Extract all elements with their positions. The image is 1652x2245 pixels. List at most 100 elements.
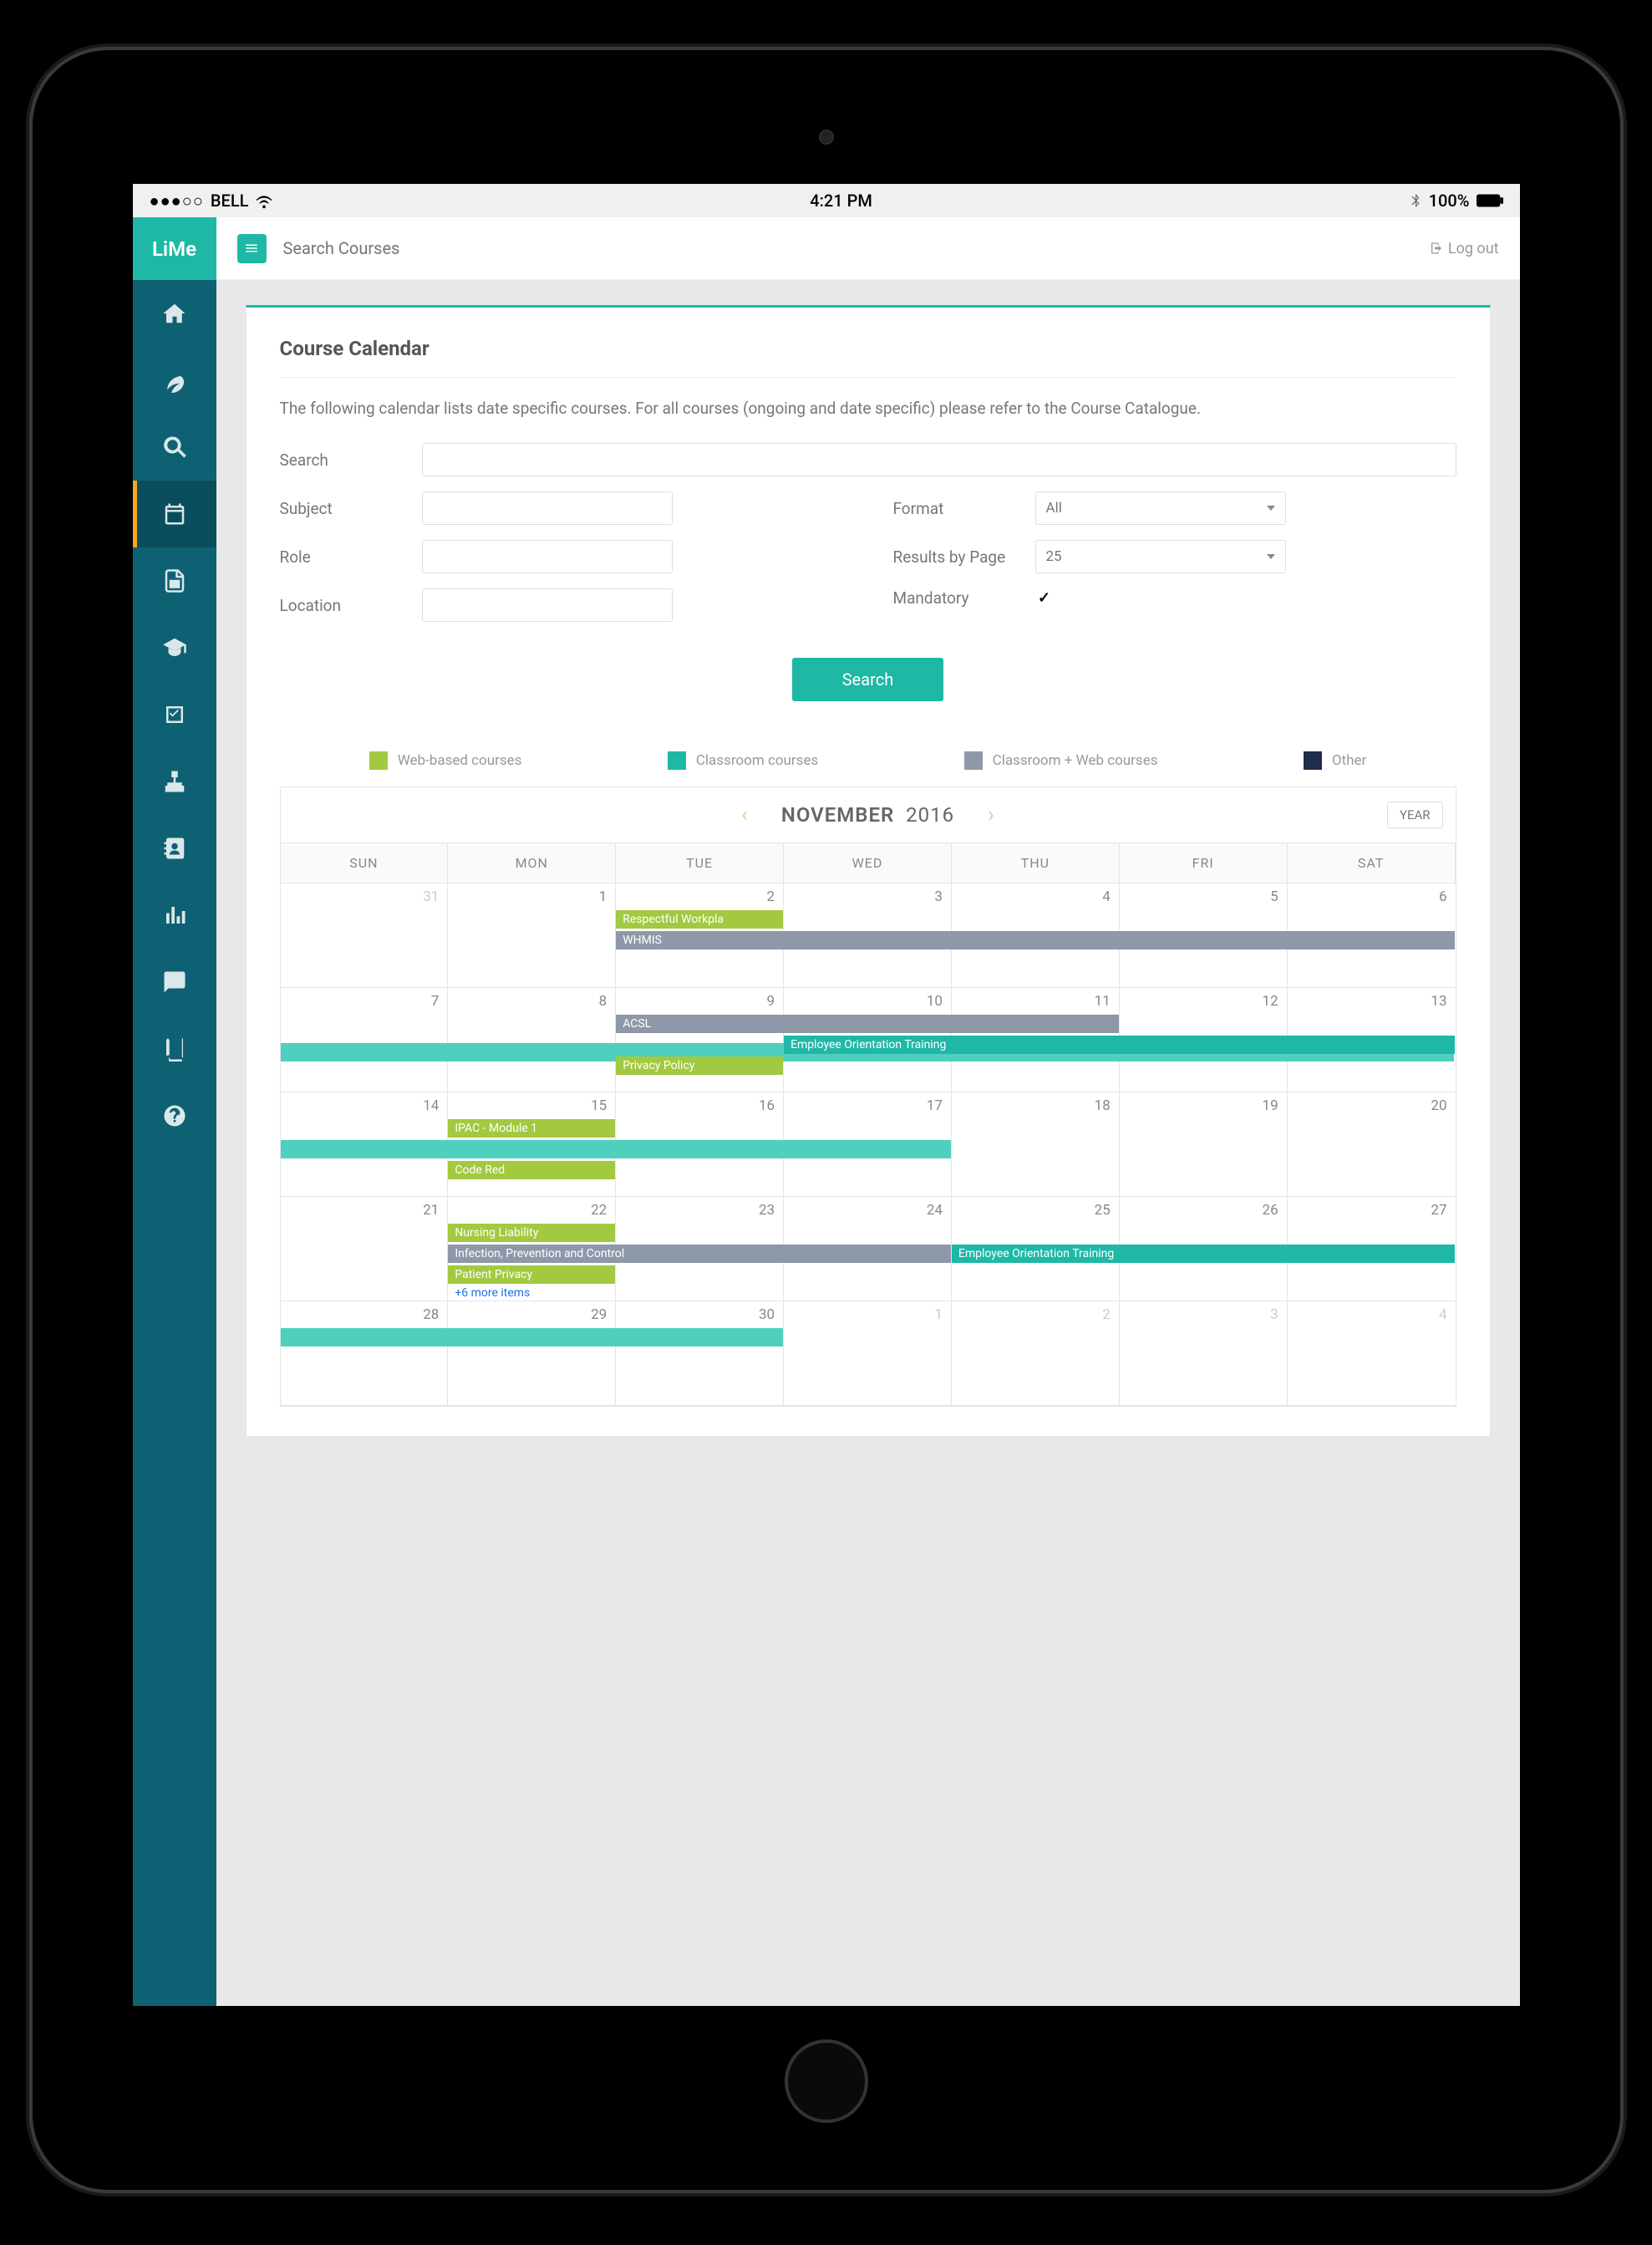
- legend-swatch: [668, 751, 686, 770]
- year-view-button[interactable]: YEAR: [1387, 802, 1443, 828]
- more-events-link[interactable]: +6 more items: [448, 1286, 530, 1300]
- calendar-cell[interactable]: 7: [281, 988, 449, 1092]
- date-number: 2: [767, 888, 775, 905]
- calendar-event[interactable]: Privacy Policy: [616, 1056, 783, 1075]
- calendar-cell[interactable]: 1: [784, 1301, 952, 1406]
- sidebar-search[interactable]: [133, 414, 216, 481]
- prev-month-button[interactable]: ‹: [708, 802, 781, 827]
- tablet-camera: [819, 130, 834, 145]
- battery-percent: 100%: [1429, 191, 1470, 211]
- search-input[interactable]: [422, 443, 1456, 476]
- calendar-cell[interactable]: 2Respectful WorkplaWHMIS: [616, 883, 784, 988]
- sidebar-calendar[interactable]: [133, 481, 216, 547]
- tablet-home-button[interactable]: [785, 2039, 868, 2123]
- calendar-cell[interactable]: 19: [1120, 1092, 1288, 1197]
- day-header: FRI: [1120, 843, 1288, 883]
- legend-item: Classroom courses: [668, 751, 818, 770]
- date-number: 16: [759, 1097, 775, 1114]
- role-label: Role: [280, 547, 405, 567]
- sidebar-checklist[interactable]: [133, 681, 216, 748]
- sidebar-document[interactable]: [133, 547, 216, 614]
- global-search-input[interactable]: [283, 238, 1413, 258]
- hamburger-icon: [244, 241, 259, 256]
- date-number: 3: [934, 888, 943, 905]
- calendar-cell[interactable]: 14: [281, 1092, 449, 1197]
- date-number: 22: [591, 1202, 607, 1219]
- document-icon: [162, 568, 187, 593]
- calendar-cell[interactable]: 4: [1288, 1301, 1456, 1406]
- calendar-event[interactable]: Nursing Liability: [448, 1224, 615, 1242]
- calendar-cell[interactable]: 10Employee Orientation Training: [784, 988, 952, 1092]
- location-label: Location: [280, 596, 405, 615]
- location-input[interactable]: [422, 588, 673, 622]
- help-icon: [162, 1103, 187, 1128]
- menu-toggle-button[interactable]: [237, 234, 267, 263]
- logout-button[interactable]: Log out: [1430, 240, 1499, 257]
- date-number: 27: [1431, 1202, 1446, 1219]
- calendar-cell[interactable]: 21: [281, 1197, 449, 1301]
- calendar-event[interactable]: Employee Orientation Training: [952, 1245, 1455, 1263]
- calendar-event[interactable]: [281, 1328, 784, 1346]
- calendar-cell[interactable]: 8: [448, 988, 616, 1092]
- mandatory-checkbox[interactable]: ✓: [1035, 589, 1054, 608]
- calendar-cell[interactable]: 20: [1288, 1092, 1456, 1197]
- results-select[interactable]: 25: [1035, 540, 1286, 573]
- date-number: 21: [423, 1202, 439, 1219]
- calendar-cell[interactable]: 9ACSLPrivacy Policy: [616, 988, 784, 1092]
- calendar-event[interactable]: IPAC - Module 1: [448, 1119, 615, 1138]
- search-button[interactable]: Search: [792, 658, 943, 701]
- calendar-event[interactable]: Respectful Workpla: [616, 910, 783, 929]
- sidebar-hierarchy[interactable]: [133, 748, 216, 815]
- date-number: 19: [1263, 1097, 1278, 1114]
- legend: Web-based coursesClassroom coursesClassr…: [280, 735, 1456, 787]
- calendar-cell[interactable]: 29: [448, 1301, 616, 1406]
- date-number: 12: [1263, 993, 1278, 1010]
- calendar-cell[interactable]: 3: [1120, 1301, 1288, 1406]
- calendar-event[interactable]: [281, 1140, 951, 1158]
- calendar-event[interactable]: Infection, Prevention and Control: [448, 1245, 951, 1263]
- sidebar-book[interactable]: [133, 1016, 216, 1082]
- date-number: 4: [1439, 1306, 1447, 1323]
- sidebar-home[interactable]: [133, 280, 216, 347]
- date-number: 1: [599, 888, 607, 905]
- date-number: 14: [423, 1097, 439, 1114]
- date-number: 4: [1102, 888, 1111, 905]
- calendar-event[interactable]: Employee Orientation Training: [784, 1036, 1454, 1054]
- logout-icon: [1430, 242, 1443, 255]
- sidebar-graduation[interactable]: [133, 614, 216, 681]
- role-input[interactable]: [422, 540, 673, 573]
- home-icon: [162, 301, 187, 326]
- calendar-event[interactable]: WHMIS: [616, 931, 1454, 949]
- sidebar-messages[interactable]: [133, 949, 216, 1016]
- sidebar-reports[interactable]: [133, 882, 216, 949]
- calendar-cell[interactable]: 25Employee Orientation Training: [952, 1197, 1120, 1301]
- calendar-event[interactable]: ACSL: [616, 1015, 1119, 1033]
- calendar-cell[interactable]: 30: [616, 1301, 784, 1406]
- calendar-cell[interactable]: 1: [448, 883, 616, 988]
- calendar-cell[interactable]: 18: [952, 1092, 1120, 1197]
- date-number: 1: [934, 1306, 943, 1323]
- day-header: TUE: [616, 843, 784, 883]
- next-month-button[interactable]: ›: [954, 802, 1028, 827]
- sidebar-contacts[interactable]: [133, 815, 216, 882]
- calendar-cell[interactable]: 22Nursing LiabilityInfection, Prevention…: [448, 1197, 616, 1301]
- sidebar-help[interactable]: [133, 1082, 216, 1149]
- calendar-cell[interactable]: 28: [281, 1301, 449, 1406]
- calendar-cell[interactable]: 2: [952, 1301, 1120, 1406]
- date-number: 7: [431, 993, 440, 1010]
- app-logo[interactable]: LiMe: [133, 217, 216, 280]
- calendar-cell[interactable]: 31: [281, 883, 449, 988]
- sidebar-leaf[interactable]: [133, 347, 216, 414]
- legend-item: Other: [1304, 751, 1366, 770]
- date-number: 8: [599, 993, 607, 1010]
- subject-input[interactable]: [422, 491, 673, 525]
- calendar-event[interactable]: Patient Privacy: [448, 1265, 615, 1284]
- format-select[interactable]: All: [1035, 491, 1286, 525]
- date-number: 28: [423, 1306, 439, 1323]
- graduation-icon: [162, 635, 187, 660]
- calendar-title: NOVEMBER 2016: [781, 803, 954, 827]
- calendar-event[interactable]: Code Red: [448, 1161, 615, 1179]
- results-label: Results by Page: [893, 547, 1019, 567]
- legend-swatch: [369, 751, 388, 770]
- search-icon: [162, 435, 187, 460]
